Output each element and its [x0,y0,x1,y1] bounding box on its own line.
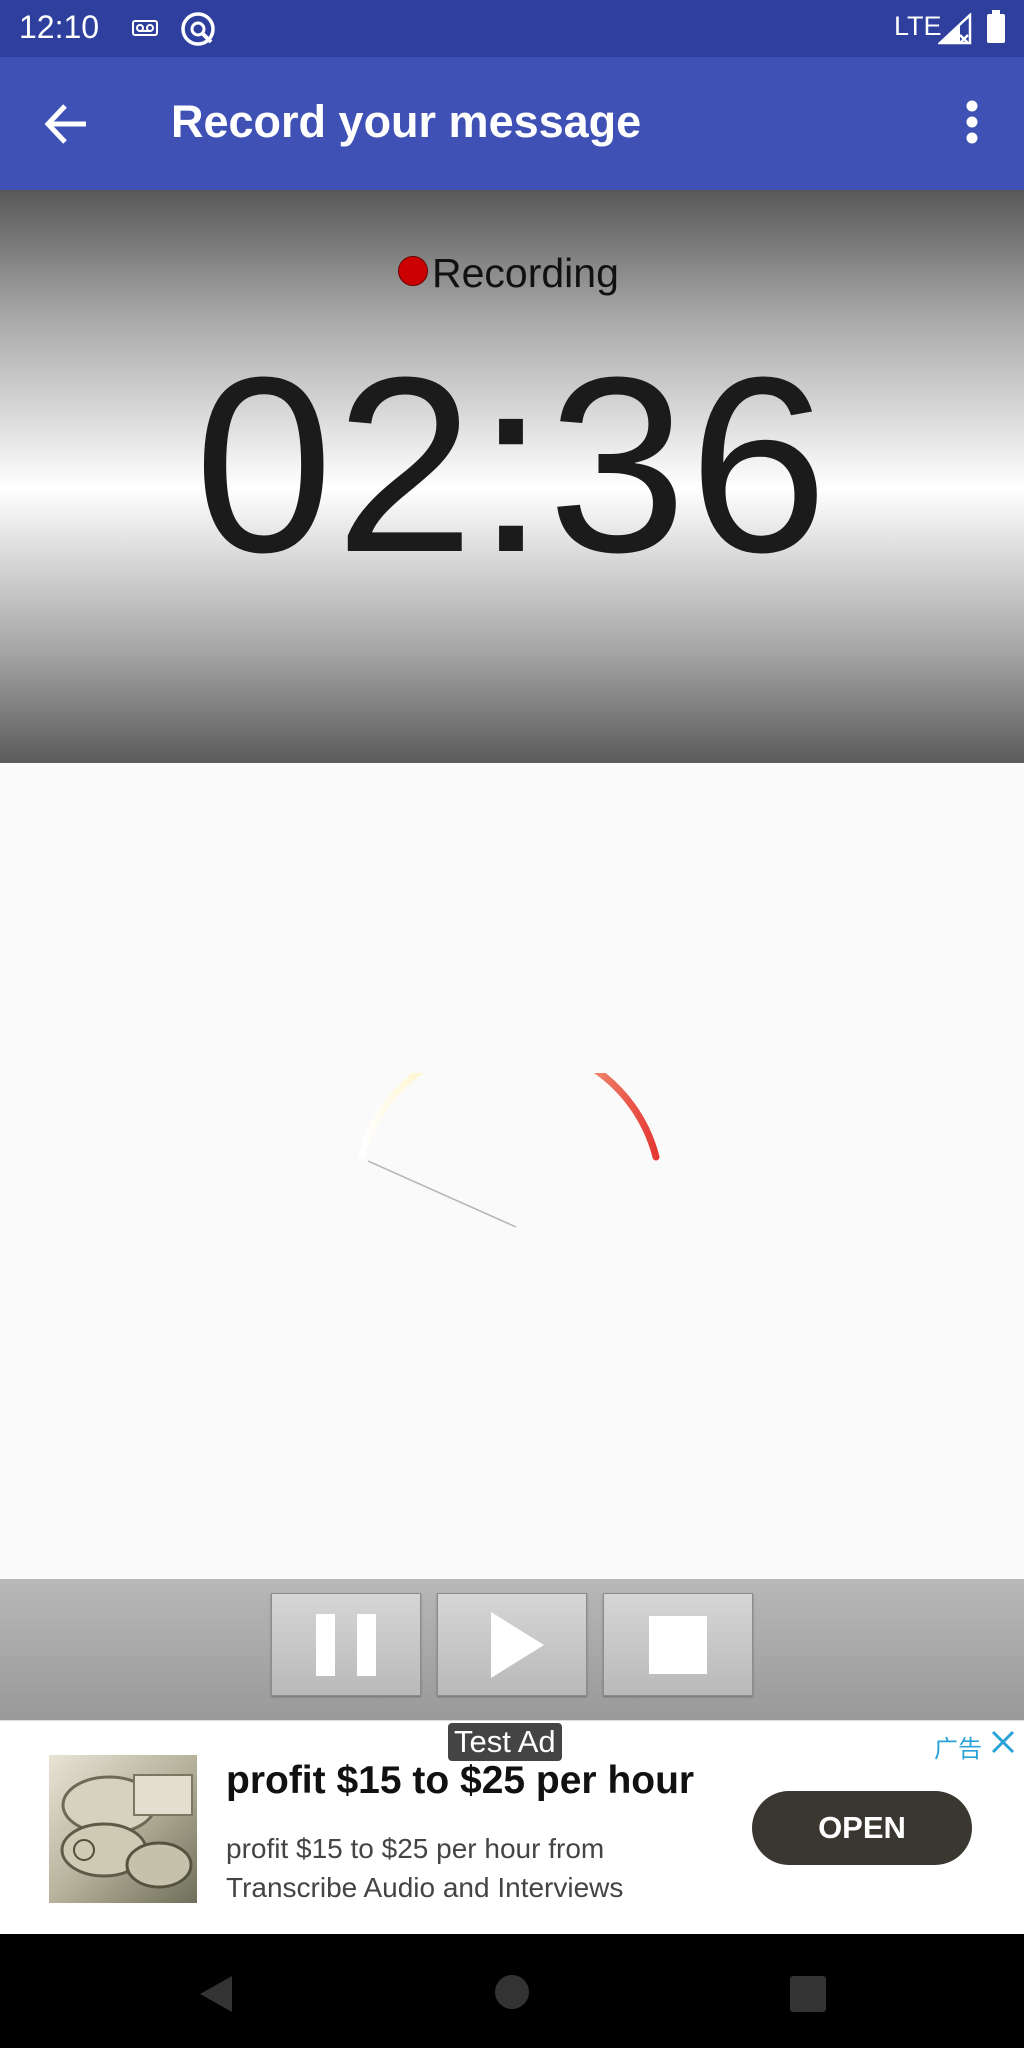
battery-icon [986,10,1006,49]
elapsed-timer: 02:36 [194,325,830,604]
assistant-icon [180,11,216,52]
status-time: 12:10 [19,9,100,45]
ad-close-button[interactable] [990,1729,1016,1760]
level-gauge [358,1073,660,1228]
nav-recents-button[interactable] [790,1976,826,2017]
network-type: LTE [894,11,942,41]
square-recents-icon [790,1976,826,2012]
triangle-back-icon [200,1976,232,2012]
ad-image[interactable] [49,1755,197,1903]
play-button[interactable] [437,1593,587,1696]
nav-back-button[interactable] [196,1974,236,2019]
pause-button[interactable] [271,1593,421,1696]
money-image [60,1774,193,1889]
test-ad-tag: Test Ad [448,1723,562,1761]
stop-icon [649,1616,707,1674]
recording-status-label: Recording [432,250,619,296]
close-icon [991,1730,1015,1754]
timer-panel: Recording 02:36 [0,190,1024,763]
playback-controls [0,1579,1024,1720]
arrow-left-icon [44,104,86,144]
record-dot-icon [398,256,428,286]
ad-open-button[interactable]: OPEN [752,1791,972,1865]
ad-choices-label[interactable]: 广告 [934,1729,982,1764]
stop-button[interactable] [603,1593,753,1696]
ad-banner[interactable]: Test Ad 广告 profit $15 to $25 per hour pr… [0,1720,1024,1935]
pause-icon [316,1614,376,1676]
more-options-button[interactable] [944,94,1000,158]
gauge-needle [367,1160,517,1228]
level-meter-area [0,763,1024,1579]
status-bar: 12:10 LTE [0,0,1024,57]
play-icon [491,1612,544,1678]
system-nav-bar [0,1934,1024,2048]
app-bar: Record your message [0,57,1024,190]
signal-icon [936,12,972,50]
ad-headline[interactable]: profit $15 to $25 per hour [226,1759,694,1803]
back-button[interactable] [40,96,96,152]
nav-home-button[interactable] [494,1974,530,2015]
more-vert-icon [966,100,978,144]
circle-home-icon [495,1975,529,2009]
ad-body[interactable]: profit $15 to $25 per hour from Transcri… [226,1829,686,1907]
voicemail-icon [132,15,158,46]
gauge-arc [358,1073,660,1161]
page-title: Record your message [171,96,642,147]
